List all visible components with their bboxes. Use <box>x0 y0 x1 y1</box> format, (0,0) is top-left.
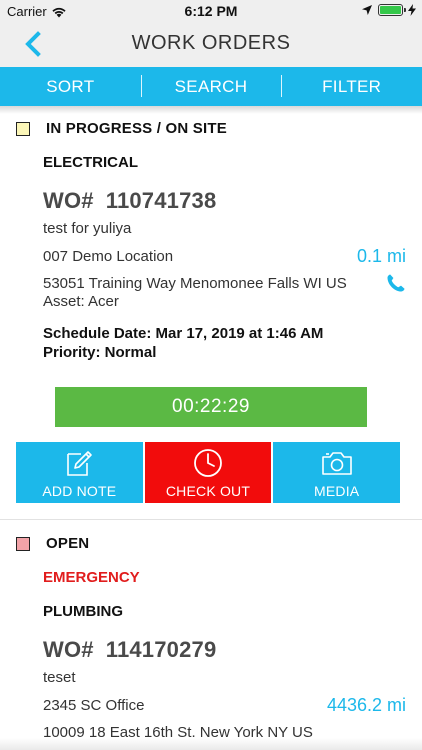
status-indicator <box>16 121 30 136</box>
clock-icon <box>194 449 222 477</box>
media-button[interactable]: MEDIA <box>273 442 401 503</box>
add-note-label: ADD NOTE <box>42 483 117 499</box>
description: teset <box>43 669 76 686</box>
action-bar: ADD NOTE CHECK OUT MEDIA <box>16 442 401 503</box>
emergency-flag: EMERGENCY <box>43 569 140 586</box>
toolbar: SORT SEARCH FILTER <box>0 67 422 106</box>
wo-prefix: WO# <box>43 188 94 213</box>
category-label: ELECTRICAL <box>43 154 138 171</box>
media-label: MEDIA <box>314 483 360 499</box>
sort-button[interactable]: SORT <box>0 67 141 106</box>
battery-fill <box>380 6 401 14</box>
status-label: OPEN <box>46 535 90 552</box>
location-arrow-icon <box>362 5 372 15</box>
category-label: PLUMBING <box>43 603 123 620</box>
status-row: OPEN <box>16 535 89 552</box>
status-bar: Carrier 6:12 PM <box>0 0 422 22</box>
wo-number: WO# 110741738 <box>43 188 216 214</box>
work-order-card[interactable]: OPEN EMERGENCY PLUMBING WO# 114170279 tes… <box>0 519 422 750</box>
status-row: IN PROGRESS / ON SITE <box>16 120 227 137</box>
description: test for yuliya <box>43 220 132 237</box>
check-out-label: CHECK OUT <box>165 483 251 499</box>
wo-number: WO# 114170279 <box>43 637 216 663</box>
asset-label: Asset: Acer <box>43 293 119 310</box>
priority: Priority: Normal <box>43 344 157 361</box>
search-button[interactable]: SEARCH <box>140 67 282 106</box>
wo-number-value: 114170279 <box>105 637 217 662</box>
edit-note-icon <box>67 451 93 476</box>
phone-icon[interactable] <box>386 273 406 293</box>
timer-display: 00:22:29 <box>55 387 367 427</box>
add-note-button[interactable]: ADD NOTE <box>16 442 143 503</box>
distance[interactable]: 4436.2 mi <box>327 695 406 716</box>
bottom-scroll-fade <box>0 738 422 750</box>
location-name: 007 Demo Location <box>43 248 174 265</box>
filter-button[interactable]: FILTER <box>281 67 422 106</box>
battery-icon <box>378 4 406 16</box>
nav-bar: WORK ORDERS <box>0 22 422 67</box>
location-name: 2345 SC Office <box>43 697 145 714</box>
page-title: WORK ORDERS <box>131 32 291 54</box>
status-label: IN PROGRESS / ON SITE <box>46 120 227 137</box>
distance[interactable]: 0.1 mi <box>357 246 406 267</box>
status-indicator <box>16 536 30 551</box>
clock: 6:12 PM <box>184 3 238 19</box>
status-right <box>361 4 416 16</box>
wo-prefix: WO# <box>43 637 94 662</box>
work-order-card[interactable]: IN PROGRESS / ON SITE ELECTRICAL WO# 1107… <box>0 106 422 518</box>
wo-number-value: 110741738 <box>105 188 217 213</box>
check-out-button[interactable]: CHECK OUT <box>144 442 272 503</box>
address: 53051 Training Way Menomonee Falls WI US <box>43 275 347 292</box>
charging-bolt-icon <box>408 4 416 16</box>
camera-icon <box>321 452 352 475</box>
schedule-date: Schedule Date: Mar 17, 2019 at 1:46 AM <box>43 325 324 342</box>
